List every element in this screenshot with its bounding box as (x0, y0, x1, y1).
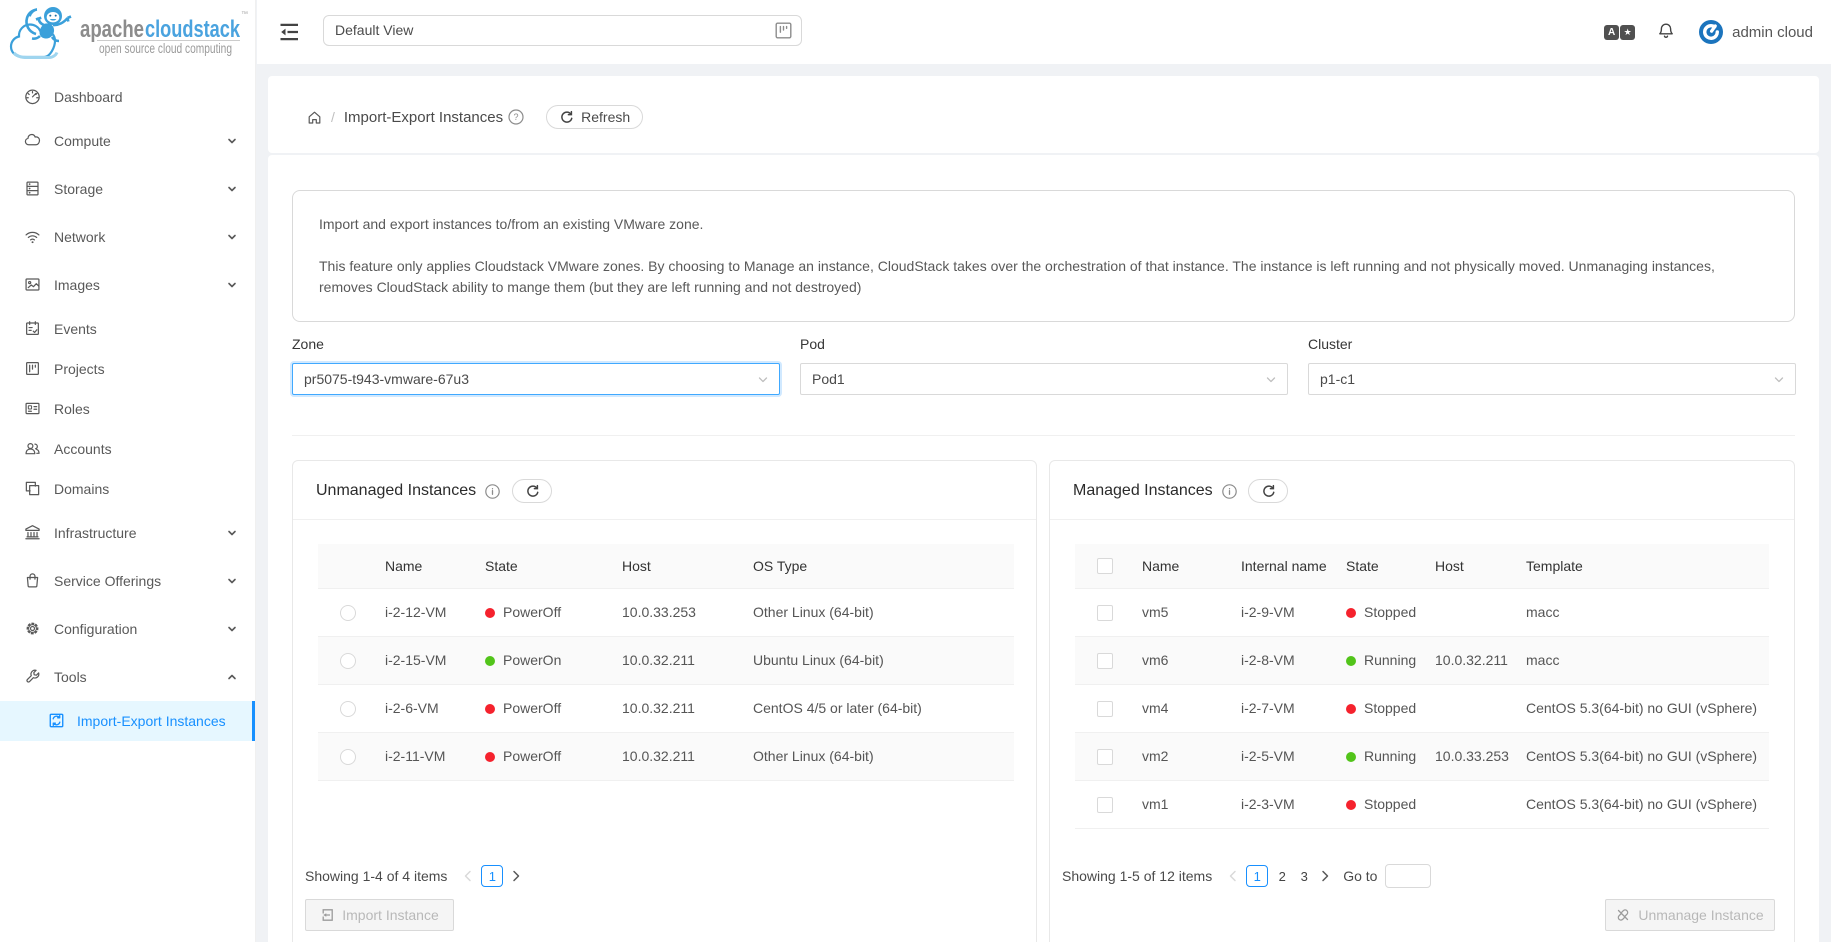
svg-text:cloudstack: cloudstack (145, 16, 240, 43)
svg-text:apache: apache (80, 16, 144, 43)
svg-text:™: ™ (241, 11, 248, 18)
svg-text:?: ? (514, 112, 519, 122)
svg-text:open source cloud computing: open source cloud computing (99, 41, 232, 56)
